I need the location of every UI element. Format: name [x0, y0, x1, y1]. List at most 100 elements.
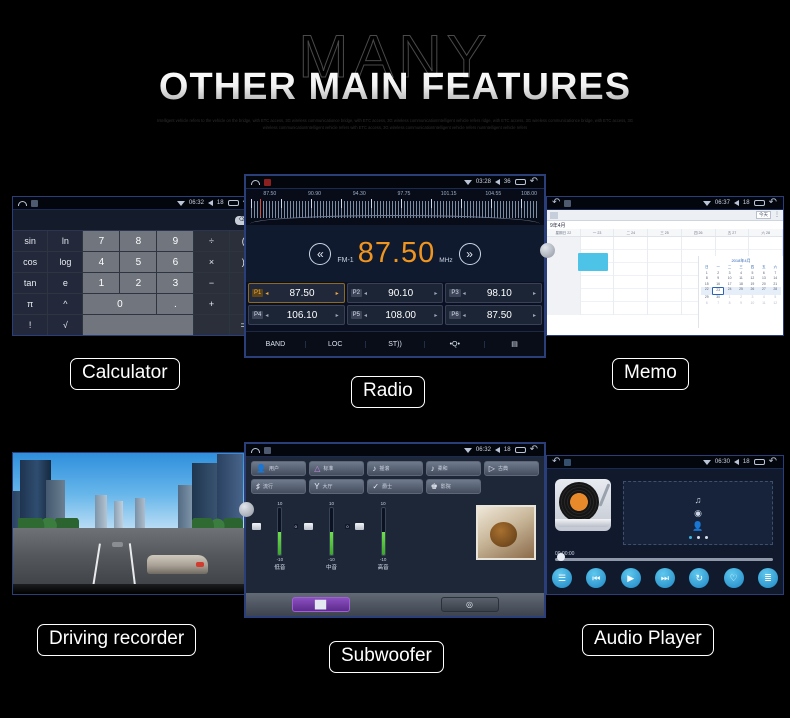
- preset-button-p3[interactable]: P3 ◂ 98.10 ▸: [445, 283, 542, 303]
- next-icon[interactable]: ⏭: [655, 568, 675, 588]
- key-divide[interactable]: ÷: [194, 231, 228, 251]
- mini-day[interactable]: 24: [724, 287, 735, 295]
- key-multiply[interactable]: ×: [194, 252, 228, 272]
- mini-day-grid[interactable]: 1 2 3 4 5 6 7 8 9 10 11 12 13: [701, 271, 781, 307]
- mini-day[interactable]: 26: [747, 287, 758, 295]
- page-dot[interactable]: [697, 536, 700, 539]
- key-sin[interactable]: sin: [13, 231, 47, 251]
- key-4[interactable]: 4: [83, 252, 119, 272]
- slider-knob[interactable]: [252, 523, 261, 530]
- key-5[interactable]: 5: [120, 252, 156, 272]
- band-icon[interactable]: BAND: [246, 341, 306, 348]
- mini-day[interactable]: 6: [701, 301, 712, 307]
- home-icon[interactable]: [251, 448, 260, 453]
- preset-prev-icon[interactable]: ◂: [463, 290, 466, 297]
- radio-frequency-dial[interactable]: 87.50 90.90 94.30 97.75 101.15 104.55 10…: [246, 189, 544, 225]
- preset-next-icon[interactable]: ▸: [336, 312, 339, 319]
- eq-preset-hall[interactable]: Y 大厅: [309, 479, 364, 494]
- key-6[interactable]: 6: [157, 252, 193, 272]
- memo-week-grid[interactable]: 2018年4月 日 一 二 三 四 五 六 1 2: [547, 237, 783, 315]
- progress-bar[interactable]: [555, 558, 773, 561]
- preset-next-icon[interactable]: ▸: [336, 290, 339, 297]
- key-tan[interactable]: tan: [13, 273, 47, 293]
- bezel-knob[interactable]: [239, 502, 254, 517]
- slider-knob[interactable]: [355, 523, 364, 530]
- page-dots[interactable]: [689, 536, 708, 539]
- preset-button-p6[interactable]: P6 ◂ 87.50 ▸: [445, 305, 542, 325]
- stereo-icon[interactable]: ST)): [366, 341, 426, 348]
- mini-day[interactable]: 12: [770, 301, 781, 307]
- progress-knob[interactable]: [557, 553, 565, 561]
- mini-day[interactable]: 11: [758, 301, 769, 307]
- mini-day[interactable]: 7: [712, 301, 723, 307]
- eq-preset-jazz[interactable]: ✓ 爵士: [367, 479, 422, 494]
- scan-icon[interactable]: •Q•: [425, 341, 485, 348]
- preset-next-icon[interactable]: ▸: [533, 312, 536, 319]
- key-2[interactable]: 2: [120, 273, 156, 293]
- play-icon[interactable]: ▶: [621, 568, 641, 588]
- preset-prev-icon[interactable]: ◂: [265, 290, 268, 297]
- key-pi[interactable]: π: [13, 294, 47, 314]
- page-dot[interactable]: [705, 536, 708, 539]
- key-1[interactable]: 1: [83, 273, 119, 293]
- eq-preset-classical[interactable]: ▷ 古典: [484, 461, 539, 476]
- mini-day[interactable]: 22: [701, 287, 712, 295]
- page-dot[interactable]: [689, 536, 692, 539]
- key-3[interactable]: 3: [157, 273, 193, 293]
- key-7[interactable]: 7: [83, 231, 119, 251]
- mini-day[interactable]: 10: [747, 301, 758, 307]
- key-power[interactable]: ^: [48, 294, 82, 314]
- preset-next-icon[interactable]: ▸: [434, 312, 437, 319]
- favorite-icon[interactable]: ♡: [724, 568, 744, 588]
- mini-day-selected[interactable]: 23: [712, 287, 723, 295]
- memo-event-block[interactable]: [578, 253, 609, 271]
- mini-day[interactable]: 8: [724, 301, 735, 307]
- previous-icon[interactable]: ⏮: [586, 568, 606, 588]
- menu-icon[interactable]: [550, 212, 558, 219]
- eq-preset-user[interactable]: 👤 用户: [251, 461, 306, 476]
- mini-day[interactable]: 28: [770, 287, 781, 295]
- app-icon[interactable]: [564, 459, 571, 466]
- key-dot[interactable]: .: [157, 294, 193, 314]
- eq-preset-pop[interactable]: ♯ 流行: [251, 479, 306, 494]
- track-info-panel[interactable]: ♫ ◉ 👤: [623, 481, 773, 545]
- preset-button-p1[interactable]: P1 ◂ 87.50 ▸: [248, 283, 345, 303]
- memo-grid-col[interactable]: [581, 237, 615, 315]
- preset-prev-icon[interactable]: ◂: [364, 290, 367, 297]
- repeat-icon[interactable]: ↻: [689, 568, 709, 588]
- preset-button-p2[interactable]: P2 ◂ 90.10 ▸: [347, 283, 444, 303]
- key-sqrt[interactable]: √: [48, 315, 82, 335]
- mini-day[interactable]: 27: [758, 287, 769, 295]
- balance-icon[interactable]: ◎: [441, 597, 499, 612]
- app-icon[interactable]: [264, 179, 271, 186]
- app-icon[interactable]: [564, 200, 571, 207]
- back-icon[interactable]: ↶: [530, 177, 538, 187]
- loc-icon[interactable]: LOC: [306, 341, 366, 348]
- app-icon[interactable]: [264, 447, 271, 454]
- app-icon[interactable]: [31, 200, 38, 207]
- eq-preset-cinema[interactable]: ♚ 影院: [426, 479, 481, 494]
- overflow-icon[interactable]: ⋮: [774, 212, 780, 218]
- slider-mid[interactable]: 10 0 -10 中音: [306, 501, 358, 571]
- preset-button-p4[interactable]: P4 ◂ 106.10 ▸: [248, 305, 345, 325]
- key-cos[interactable]: cos: [13, 252, 47, 272]
- preset-button-p5[interactable]: P5 ◂ 108.00 ▸: [347, 305, 444, 325]
- eq-preset-rock[interactable]: ♪ 摇滚: [367, 461, 422, 476]
- preset-prev-icon[interactable]: ◂: [364, 312, 367, 319]
- back-icon[interactable]: ↶: [769, 457, 777, 467]
- slider-knob[interactable]: [304, 523, 313, 530]
- home-icon[interactable]: ↶: [552, 457, 560, 467]
- key-log[interactable]: log: [48, 252, 82, 272]
- slider-track[interactable]: [329, 507, 334, 556]
- slider-bass[interactable]: 10 0 -10 低音: [254, 501, 306, 571]
- back-icon[interactable]: ↶: [530, 445, 538, 455]
- preset-prev-icon[interactable]: ◂: [265, 312, 268, 319]
- memo-grid-col[interactable]: [648, 237, 682, 315]
- key-plus[interactable]: +: [194, 294, 228, 314]
- tune-up-button[interactable]: »: [459, 243, 481, 265]
- back-icon[interactable]: ↶: [769, 198, 777, 208]
- equalizer-icon[interactable]: ☰: [552, 568, 572, 588]
- tune-down-button[interactable]: «: [309, 243, 331, 265]
- calculator-display[interactable]: ⌫: [13, 210, 257, 231]
- mini-day[interactable]: 25: [735, 287, 746, 295]
